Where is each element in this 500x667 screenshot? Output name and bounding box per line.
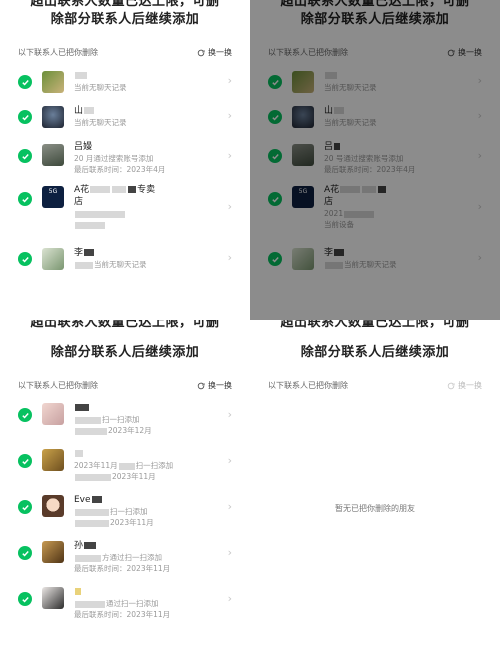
- contact-name: [74, 586, 216, 598]
- contact-subtitle: 当前无聊天记录: [74, 118, 127, 127]
- contact-name: [74, 70, 216, 82]
- panel-bottom-left: 超出联系人数量已达上限，可删 除部分联系人后继续添加 以下联系人已把你删除 换一…: [0, 320, 250, 667]
- chevron-right-icon: ›: [227, 200, 232, 213]
- avatar: [42, 106, 64, 128]
- contact-row[interactable]: 2023年11月 扫一扫添加 2023年11月 ›: [18, 446, 232, 482]
- checkmark-icon[interactable]: [18, 454, 32, 468]
- contact-row[interactable]: 当前无聊天记录 ›: [18, 68, 232, 98]
- panel-bottom-right: 超出联系人数量已达上限，可删 除部分联系人后继续添加 以下联系人已把你删除 换一…: [250, 320, 500, 667]
- contact-row[interactable]: 扫一扫添加 2023年12月 ›: [18, 400, 232, 436]
- swap-label: 换一换: [458, 381, 482, 390]
- contact-name: A花 专卖: [74, 185, 156, 195]
- contact-last-contact: 2023年12月: [74, 425, 216, 436]
- contact-row[interactable]: 吕嫚 20 月通过搜索账号添加 最后联系时间：2023年4月 ›: [18, 140, 232, 174]
- chevron-right-icon: ›: [227, 500, 232, 513]
- panel-top-left: 超出联系人数量已达上限，可删 除部分联系人后继续添加 以下联系人已把你删除 换一…: [0, 0, 250, 320]
- empty-state-text: 暂无已把你删除的朋友: [335, 504, 415, 513]
- avatar: 5G: [42, 186, 64, 208]
- contact-row[interactable]: 孙 方通过扫一扫添加 最后联系时间：2023年11月 ›: [18, 538, 232, 573]
- dialog-title-line2: 除部分联系人后继续添加: [300, 345, 450, 360]
- contact-subtitle: 扫一扫添加: [74, 506, 216, 517]
- contact-name: 李: [74, 247, 216, 259]
- contact-name: [74, 448, 216, 460]
- contact-name: [74, 402, 216, 414]
- list-header-label: 以下联系人已把你删除: [18, 381, 98, 390]
- refresh-icon: [197, 49, 205, 56]
- chevron-right-icon: ›: [227, 546, 232, 559]
- avatar: [42, 449, 64, 471]
- contact-row[interactable]: 通过扫一扫添加 最后联系时间：2023年11月 ›: [18, 584, 232, 619]
- contact-name: 吕嫚: [74, 142, 93, 152]
- contact-row[interactable]: Eve 扫一扫添加 2023年11月 ›: [18, 492, 232, 528]
- contact-last-contact: 最后联系时间：2023年11月: [74, 610, 171, 619]
- contact-subtitle: 2023年11月 扫一扫添加: [74, 461, 174, 470]
- panel-top-right: 超出联系人数量已达上限，可删 除部分联系人后继续添加 以下联系人已把你删除 换一…: [250, 0, 500, 320]
- dialog-title-line1: 超出联系人数量已达上限，可删: [30, 320, 220, 330]
- contact-last-contact: 2023年11月: [74, 517, 216, 528]
- contact-subtitle: 20 月通过搜索账号添加: [74, 154, 154, 163]
- contact-subtitle: 方通过扫一扫添加: [74, 552, 216, 563]
- chevron-right-icon: ›: [227, 74, 232, 87]
- contact-row[interactable]: 李 当前无聊天记录 ›: [18, 244, 232, 274]
- avatar: [42, 71, 64, 93]
- checkmark-icon[interactable]: [18, 408, 32, 422]
- dialog-title-line2: 除部分联系人后继续添加: [50, 345, 200, 360]
- contact-row[interactable]: 山 当前无聊天记录 ›: [18, 103, 232, 133]
- checkmark-icon[interactable]: [18, 252, 32, 266]
- dialog-title-line2: 除部分联系人后继续添加: [50, 12, 200, 27]
- checkmark-icon[interactable]: [18, 546, 32, 560]
- avatar: [42, 587, 64, 609]
- checkmark-icon[interactable]: [18, 75, 32, 89]
- swap-label: 换一换: [208, 48, 232, 57]
- contact-subtitle: 扫一扫添加: [74, 414, 216, 425]
- checkmark-icon[interactable]: [18, 500, 32, 514]
- list-header: 以下联系人已把你删除 换一换: [268, 380, 482, 394]
- checkmark-icon[interactable]: [18, 192, 32, 206]
- contact-row[interactable]: 5G A花 专卖 店 ›: [18, 184, 232, 236]
- chevron-right-icon: ›: [227, 109, 232, 122]
- contact-subtitle: 通过扫一扫添加: [74, 598, 216, 609]
- contact-last-contact: [74, 219, 216, 230]
- dialog-title-line1: 超出联系人数量已达上限，可删: [280, 320, 470, 330]
- swap-button[interactable]: 换一换: [197, 47, 232, 58]
- avatar: [42, 495, 64, 517]
- swap-label: 换一换: [208, 381, 232, 390]
- contact-subtitle: [74, 208, 216, 219]
- contact-subtitle: 当前无聊天记录: [74, 259, 216, 270]
- contact-last-contact: 最后联系时间：2023年4月: [74, 165, 166, 174]
- contact-last-contact: 最后联系时间：2023年11月: [74, 564, 171, 573]
- contact-last-contact: 2023年11月: [74, 471, 216, 482]
- chevron-right-icon: ›: [227, 149, 232, 162]
- checkmark-icon[interactable]: [18, 149, 32, 163]
- list-header-label: 以下联系人已把你删除: [268, 381, 348, 390]
- contact-name: 孙: [74, 540, 216, 552]
- checkmark-icon[interactable]: [18, 110, 32, 124]
- list-header: 以下联系人已把你删除 换一换: [18, 380, 232, 394]
- swap-button[interactable]: 换一换: [447, 380, 482, 391]
- refresh-icon: [447, 382, 455, 389]
- refresh-icon: [197, 382, 205, 389]
- contact-subtitle: 当前无聊天记录: [74, 83, 127, 92]
- swap-button[interactable]: 换一换: [197, 380, 232, 391]
- list-header: 以下联系人已把你删除 换一换: [18, 47, 232, 61]
- avatar: [42, 541, 64, 563]
- contact-name: Eve: [74, 494, 216, 506]
- contact-name: 山: [74, 105, 216, 117]
- list-header-label: 以下联系人已把你删除: [18, 48, 98, 57]
- modal-overlay[interactable]: [250, 0, 500, 320]
- checkmark-icon[interactable]: [18, 592, 32, 606]
- avatar: [42, 248, 64, 270]
- avatar: [42, 144, 64, 166]
- chevron-right-icon: ›: [227, 454, 232, 467]
- contact-name-cont: 店: [74, 197, 84, 207]
- chevron-right-icon: ›: [227, 251, 232, 264]
- chevron-right-icon: ›: [227, 408, 232, 421]
- avatar: [42, 403, 64, 425]
- chevron-right-icon: ›: [227, 592, 232, 605]
